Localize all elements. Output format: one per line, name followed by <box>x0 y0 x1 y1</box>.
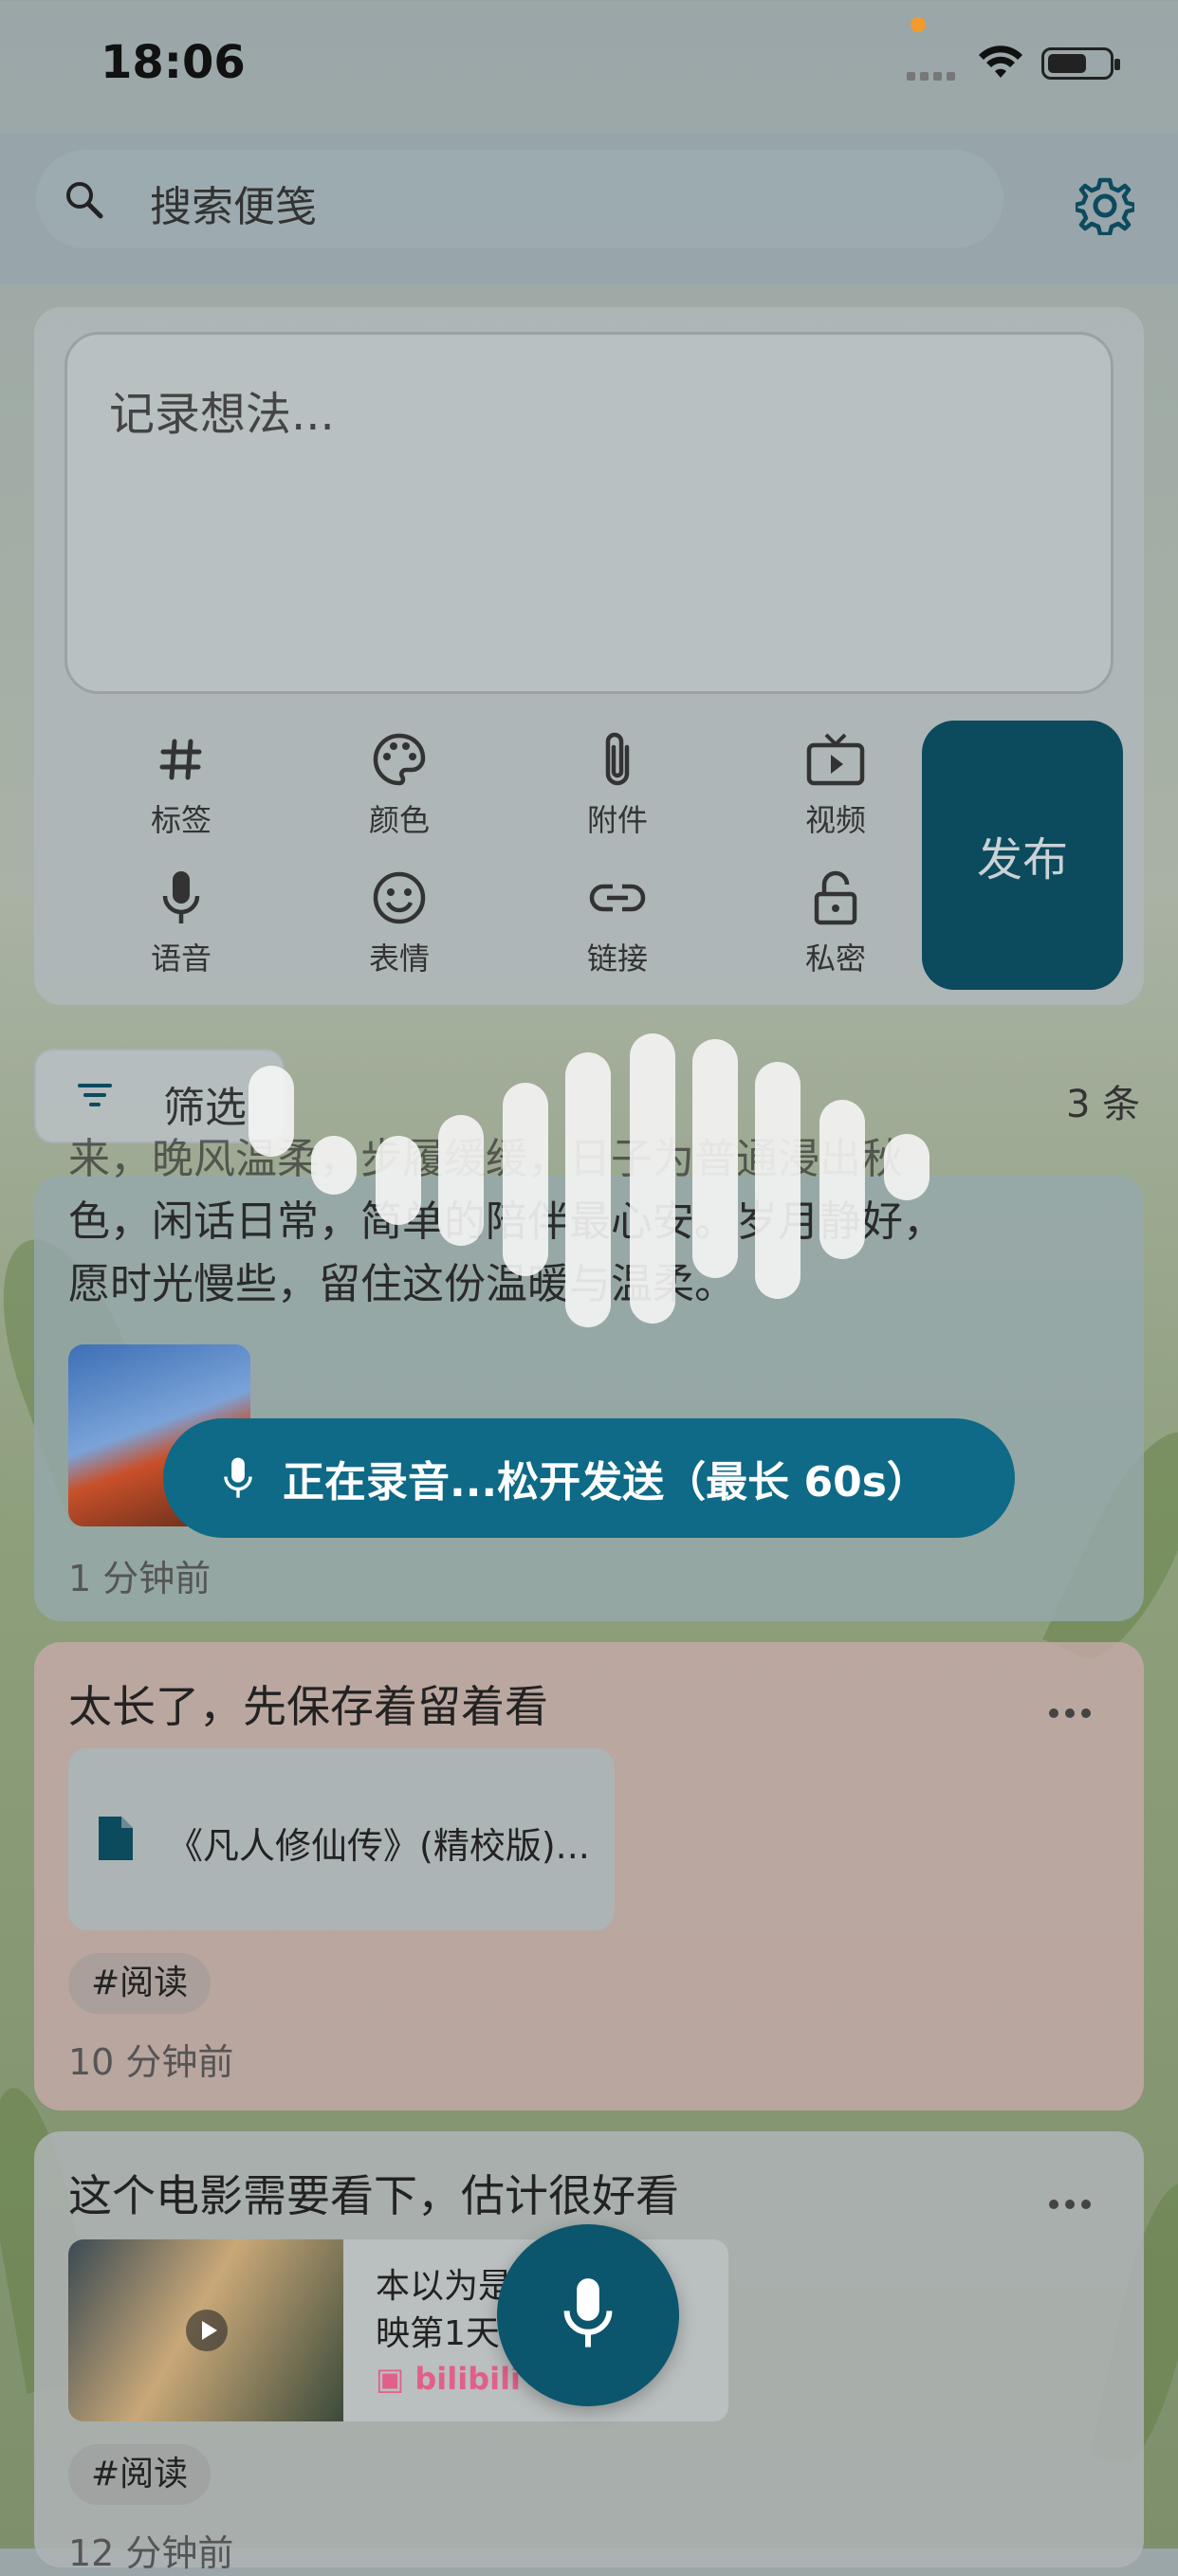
tag-chip[interactable]: #阅读 <box>68 1953 212 2014</box>
note-card[interactable]: 来，晚风温柔，步履缓缓，日子为普通浸出秋 色，闲话日常，简单的陪伴最心安。岁月静… <box>34 1135 1144 1621</box>
filter-icon <box>76 1081 114 1113</box>
document-icon <box>97 1815 135 1866</box>
note-composer: 记录想法... 标签 颜色 附件 视频 语音 表情 链接 私密 发布 <box>34 307 1144 1005</box>
paperclip-icon <box>537 726 698 793</box>
tv-icon: ▣ <box>376 2361 415 2397</box>
tool-label: 标签 <box>150 802 212 838</box>
tool-private-button[interactable]: 私密 <box>755 865 916 988</box>
note-card[interactable]: 太长了，先保存着留着看 《凡人修仙传》(精校版)... #阅读 10 分钟前 <box>34 1642 1144 2110</box>
link-icon <box>537 865 698 931</box>
search-input[interactable]: 搜索便笺 <box>36 150 1003 248</box>
note-timestamp: 1 分钟前 <box>68 1558 212 1599</box>
settings-gear-icon[interactable] <box>1073 176 1137 239</box>
video-icon <box>755 726 916 793</box>
note-input[interactable]: 记录想法... <box>64 332 1114 694</box>
link-title-line: 映第1天 <box>376 2314 500 2353</box>
note-title: 这个电影需要看下，估计很好看 <box>68 2170 679 2221</box>
tag-chip[interactable]: #阅读 <box>68 2444 212 2505</box>
recording-message: 正在录音...松开发送（最长 60s） <box>283 1458 929 1507</box>
status-bar: 18:06 <box>0 0 1178 133</box>
hashtag-icon <box>101 726 262 793</box>
note-text-line: 愿时光慢些，留住这份温暖与温柔。 <box>68 1260 736 1308</box>
tool-attachment-button[interactable]: 附件 <box>537 726 698 850</box>
privacy-indicator-dot <box>911 17 926 32</box>
microphone-icon <box>561 2275 616 2355</box>
filter-label: 筛选 <box>163 1084 247 1132</box>
more-options-icon[interactable] <box>1049 1708 1091 1718</box>
video-thumbnail <box>68 2239 343 2421</box>
search-icon <box>63 178 106 226</box>
search-placeholder: 搜索便笺 <box>150 183 317 231</box>
lock-icon <box>755 865 916 931</box>
note-title: 太长了，先保存着留着看 <box>68 1681 548 1732</box>
tool-label: 链接 <box>586 941 648 977</box>
note-input-placeholder: 记录想法... <box>109 388 335 441</box>
battery-icon <box>1041 47 1120 80</box>
top-bar: 搜索便笺 <box>0 133 1178 284</box>
note-count: 3 条 <box>1066 1083 1141 1126</box>
palette-icon <box>319 726 480 793</box>
file-attachment[interactable]: 《凡人修仙传》(精校版)... <box>68 1748 615 1930</box>
status-time: 18:06 <box>101 36 246 89</box>
tool-label: 附件 <box>586 802 648 838</box>
play-icon <box>186 2310 228 2351</box>
note-text-line: 色，闲话日常，简单的陪伴最心安。岁月静好， <box>68 1197 945 1246</box>
wifi-icon <box>977 44 1024 85</box>
note-timestamp: 10 分钟前 <box>68 2041 234 2083</box>
tool-label: 私密 <box>804 941 866 977</box>
microphone-icon <box>222 1456 254 1500</box>
tool-color-button[interactable]: 颜色 <box>319 726 480 850</box>
tool-link-button[interactable]: 链接 <box>537 865 698 988</box>
cellular-signal-icon <box>907 66 960 81</box>
publish-button[interactable]: 发布 <box>922 721 1123 990</box>
link-title-line: 本以为是 <box>376 2267 513 2306</box>
tool-voice-button[interactable]: 语音 <box>101 865 262 988</box>
tool-label: 颜色 <box>368 802 430 838</box>
file-name: 《凡人修仙传》(精校版)... <box>167 1825 590 1867</box>
note-timestamp: 12 分钟前 <box>68 2532 234 2574</box>
tool-label: 表情 <box>368 941 430 977</box>
microphone-icon <box>101 865 262 931</box>
tool-emoji-button[interactable]: 表情 <box>319 865 480 988</box>
recording-status-pill: 正在录音...松开发送（最长 60s） <box>163 1418 1015 1538</box>
tool-label: 语音 <box>150 941 212 977</box>
more-options-icon[interactable] <box>1049 2200 1091 2209</box>
link-source: ▣ bilibili <box>376 2361 521 2397</box>
tool-tag-button[interactable]: 标签 <box>101 726 262 850</box>
voice-record-button[interactable] <box>497 2224 679 2406</box>
tool-video-button[interactable]: 视频 <box>755 726 916 850</box>
smile-icon <box>319 865 480 931</box>
tool-label: 视频 <box>804 802 866 838</box>
note-text-line: 来，晚风温柔，步履缓缓，日子为普通浸出秋 <box>68 1135 903 1183</box>
link-source-label: bilibili <box>414 2361 521 2397</box>
